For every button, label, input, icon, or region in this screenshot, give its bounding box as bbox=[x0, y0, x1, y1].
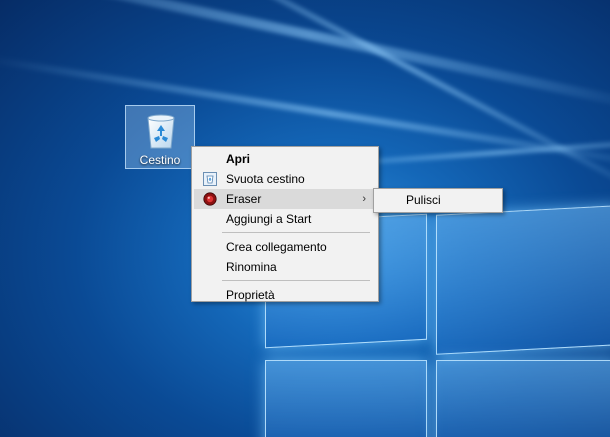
wallpaper-logo-pane bbox=[265, 360, 427, 437]
eraser-icon bbox=[203, 192, 217, 206]
context-menu: Apri Svuota cestino Eraser › Aggiungi a … bbox=[191, 146, 379, 302]
menu-item-open[interactable]: Apri bbox=[194, 149, 376, 169]
menu-item-eraser[interactable]: Eraser › bbox=[194, 189, 376, 209]
submenu-item-clean[interactable]: Pulisci bbox=[376, 190, 500, 210]
wallpaper-logo-pane bbox=[436, 205, 610, 355]
menu-separator bbox=[222, 232, 370, 233]
desktop-icon-label: Cestino bbox=[139, 153, 181, 167]
recycle-bin-icon bbox=[147, 114, 175, 149]
menu-item-empty-recycle-bin[interactable]: Svuota cestino bbox=[194, 169, 376, 189]
menu-item-label: Aggiungi a Start bbox=[226, 212, 312, 226]
menu-item-label: Pulisci bbox=[406, 193, 441, 207]
eraser-submenu: Pulisci bbox=[373, 188, 503, 213]
menu-item-pin-to-start[interactable]: Aggiungi a Start bbox=[194, 209, 376, 229]
menu-item-label: Rinomina bbox=[226, 260, 277, 274]
desktop-icon-recycle-bin[interactable]: Cestino bbox=[125, 105, 195, 169]
menu-item-rename[interactable]: Rinomina bbox=[194, 257, 376, 277]
menu-separator bbox=[222, 280, 370, 281]
empty-recycle-bin-icon bbox=[203, 172, 217, 186]
menu-item-label: Proprietà bbox=[226, 288, 275, 302]
menu-item-label: Apri bbox=[226, 152, 250, 166]
menu-item-create-shortcut[interactable]: Crea collegamento bbox=[194, 237, 376, 257]
wallpaper-logo-pane bbox=[436, 360, 610, 437]
chevron-right-icon: › bbox=[362, 193, 366, 205]
wallpaper-light-beam bbox=[0, 0, 610, 113]
desktop[interactable]: Cestino Apri Svuota cestino Eraser › Agg… bbox=[0, 0, 610, 437]
menu-item-label: Eraser bbox=[226, 192, 262, 206]
menu-item-label: Crea collegamento bbox=[226, 240, 327, 254]
menu-item-label: Svuota cestino bbox=[226, 172, 305, 186]
menu-item-properties[interactable]: Proprietà bbox=[194, 285, 376, 305]
